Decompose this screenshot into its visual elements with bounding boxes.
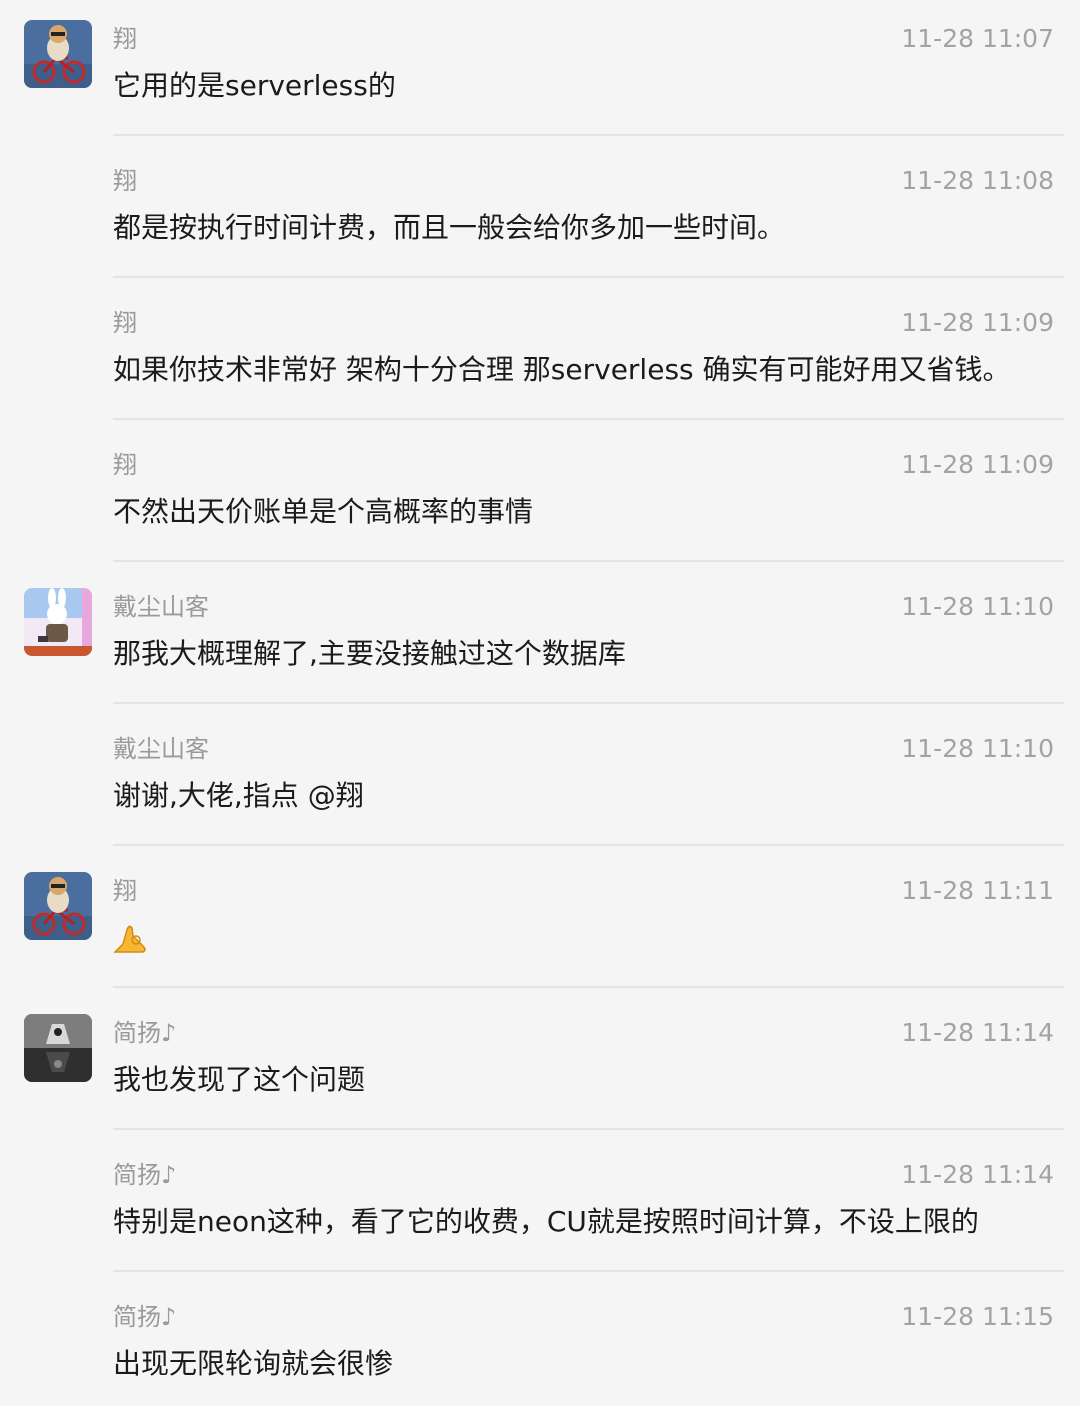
message-time: 11-28 11:10: [901, 592, 1054, 621]
sender-name[interactable]: 翔: [113, 874, 137, 908]
message-text: 谢谢,大佬,指点 @翔: [113, 779, 364, 812]
message-time: 11-28 11:07: [901, 24, 1054, 53]
message-item[interactable]: 翔 11-28 11:07 它用的是serverless的: [0, 0, 1080, 142]
divider: [113, 844, 1064, 846]
divider: [113, 986, 1064, 988]
message-text: 它用的是serverless的: [113, 69, 396, 102]
message-time: 11-28 11:09: [901, 308, 1054, 337]
message-item[interactable]: 翔 11-28 11:11: [0, 852, 1080, 994]
sender-name[interactable]: 戴尘山客: [113, 590, 209, 624]
message-time: 11-28 11:08: [901, 166, 1054, 195]
sender-name[interactable]: 简扬♪: [113, 1016, 176, 1050]
sender-name[interactable]: 简扬♪: [113, 1300, 176, 1334]
sender-name[interactable]: 翔: [113, 22, 137, 56]
sender-name[interactable]: 简扬♪: [113, 1158, 176, 1192]
message-text: 我也发现了这个问题: [113, 1063, 366, 1096]
divider: [113, 560, 1064, 562]
message-text: 都是按执行时间计费，而且一般会给你多加一些时间。: [113, 211, 786, 244]
divider: [113, 702, 1064, 704]
avatar-xiang[interactable]: [24, 872, 92, 940]
sender-name[interactable]: 戴尘山客: [113, 732, 209, 766]
message-item[interactable]: 简扬♪ 11-28 11:15 出现无限轮询就会很惨: [0, 1278, 1080, 1406]
message-text: 出现无限轮询就会很惨: [113, 1347, 394, 1380]
message-time: 11-28 11:15: [901, 1302, 1054, 1331]
message-time: 11-28 11:14: [901, 1018, 1054, 1047]
divider: [113, 418, 1064, 420]
message-item[interactable]: 简扬♪ 11-28 11:14 我也发现了这个问题: [0, 994, 1080, 1136]
avatar-jianyang[interactable]: [24, 1014, 92, 1082]
rabbit-avatar-icon: [24, 588, 92, 656]
message-time: 11-28 11:09: [901, 450, 1054, 479]
divider: [113, 276, 1064, 278]
avatar-xiang[interactable]: [24, 20, 92, 88]
sender-name[interactable]: 翔: [113, 306, 137, 340]
cat-on-bicycle-avatar-icon: [24, 872, 92, 940]
chat-message-list: 翔 11-28 11:07 它用的是serverless的 翔 11-28 11…: [0, 0, 1080, 1406]
ok-hand-emoji-icon: [113, 925, 146, 953]
message-text: 特别是neon这种，看了它的收费，CU就是按照时间计算，不设上限的: [113, 1205, 979, 1238]
divider: [113, 134, 1064, 136]
message-text: 不然出天价账单是个高概率的事情: [113, 495, 534, 528]
message-item[interactable]: 翔 11-28 11:09 如果你技术非常好 架构十分合理 那serverles…: [0, 284, 1080, 426]
sender-name[interactable]: 翔: [113, 448, 137, 482]
tiger-reflection-avatar-icon: [24, 1014, 92, 1082]
message-time: 11-28 11:10: [901, 734, 1054, 763]
message-item[interactable]: 简扬♪ 11-28 11:14 特别是neon这种，看了它的收费，CU就是按照时…: [0, 1136, 1080, 1278]
divider: [113, 1270, 1064, 1272]
sender-name[interactable]: 翔: [113, 164, 137, 198]
message-item[interactable]: 翔 11-28 11:08 都是按执行时间计费，而且一般会给你多加一些时间。: [0, 142, 1080, 284]
message-item[interactable]: 戴尘山客 11-28 11:10 谢谢,大佬,指点 @翔: [0, 710, 1080, 852]
message-item[interactable]: 翔 11-28 11:09 不然出天价账单是个高概率的事情: [0, 426, 1080, 568]
divider: [113, 1128, 1064, 1130]
message-time: 11-28 11:14: [901, 1160, 1054, 1189]
message-time: 11-28 11:11: [901, 876, 1054, 905]
message-text: 如果你技术非常好 架构十分合理 那serverless 确实有可能好用又省钱。: [113, 353, 1011, 386]
message-item[interactable]: 戴尘山客 11-28 11:10 那我大概理解了,主要没接触过这个数据库: [0, 568, 1080, 710]
cat-on-bicycle-avatar-icon: [24, 20, 92, 88]
avatar-daichen[interactable]: [24, 588, 92, 656]
message-text: 那我大概理解了,主要没接触过这个数据库: [113, 637, 626, 670]
